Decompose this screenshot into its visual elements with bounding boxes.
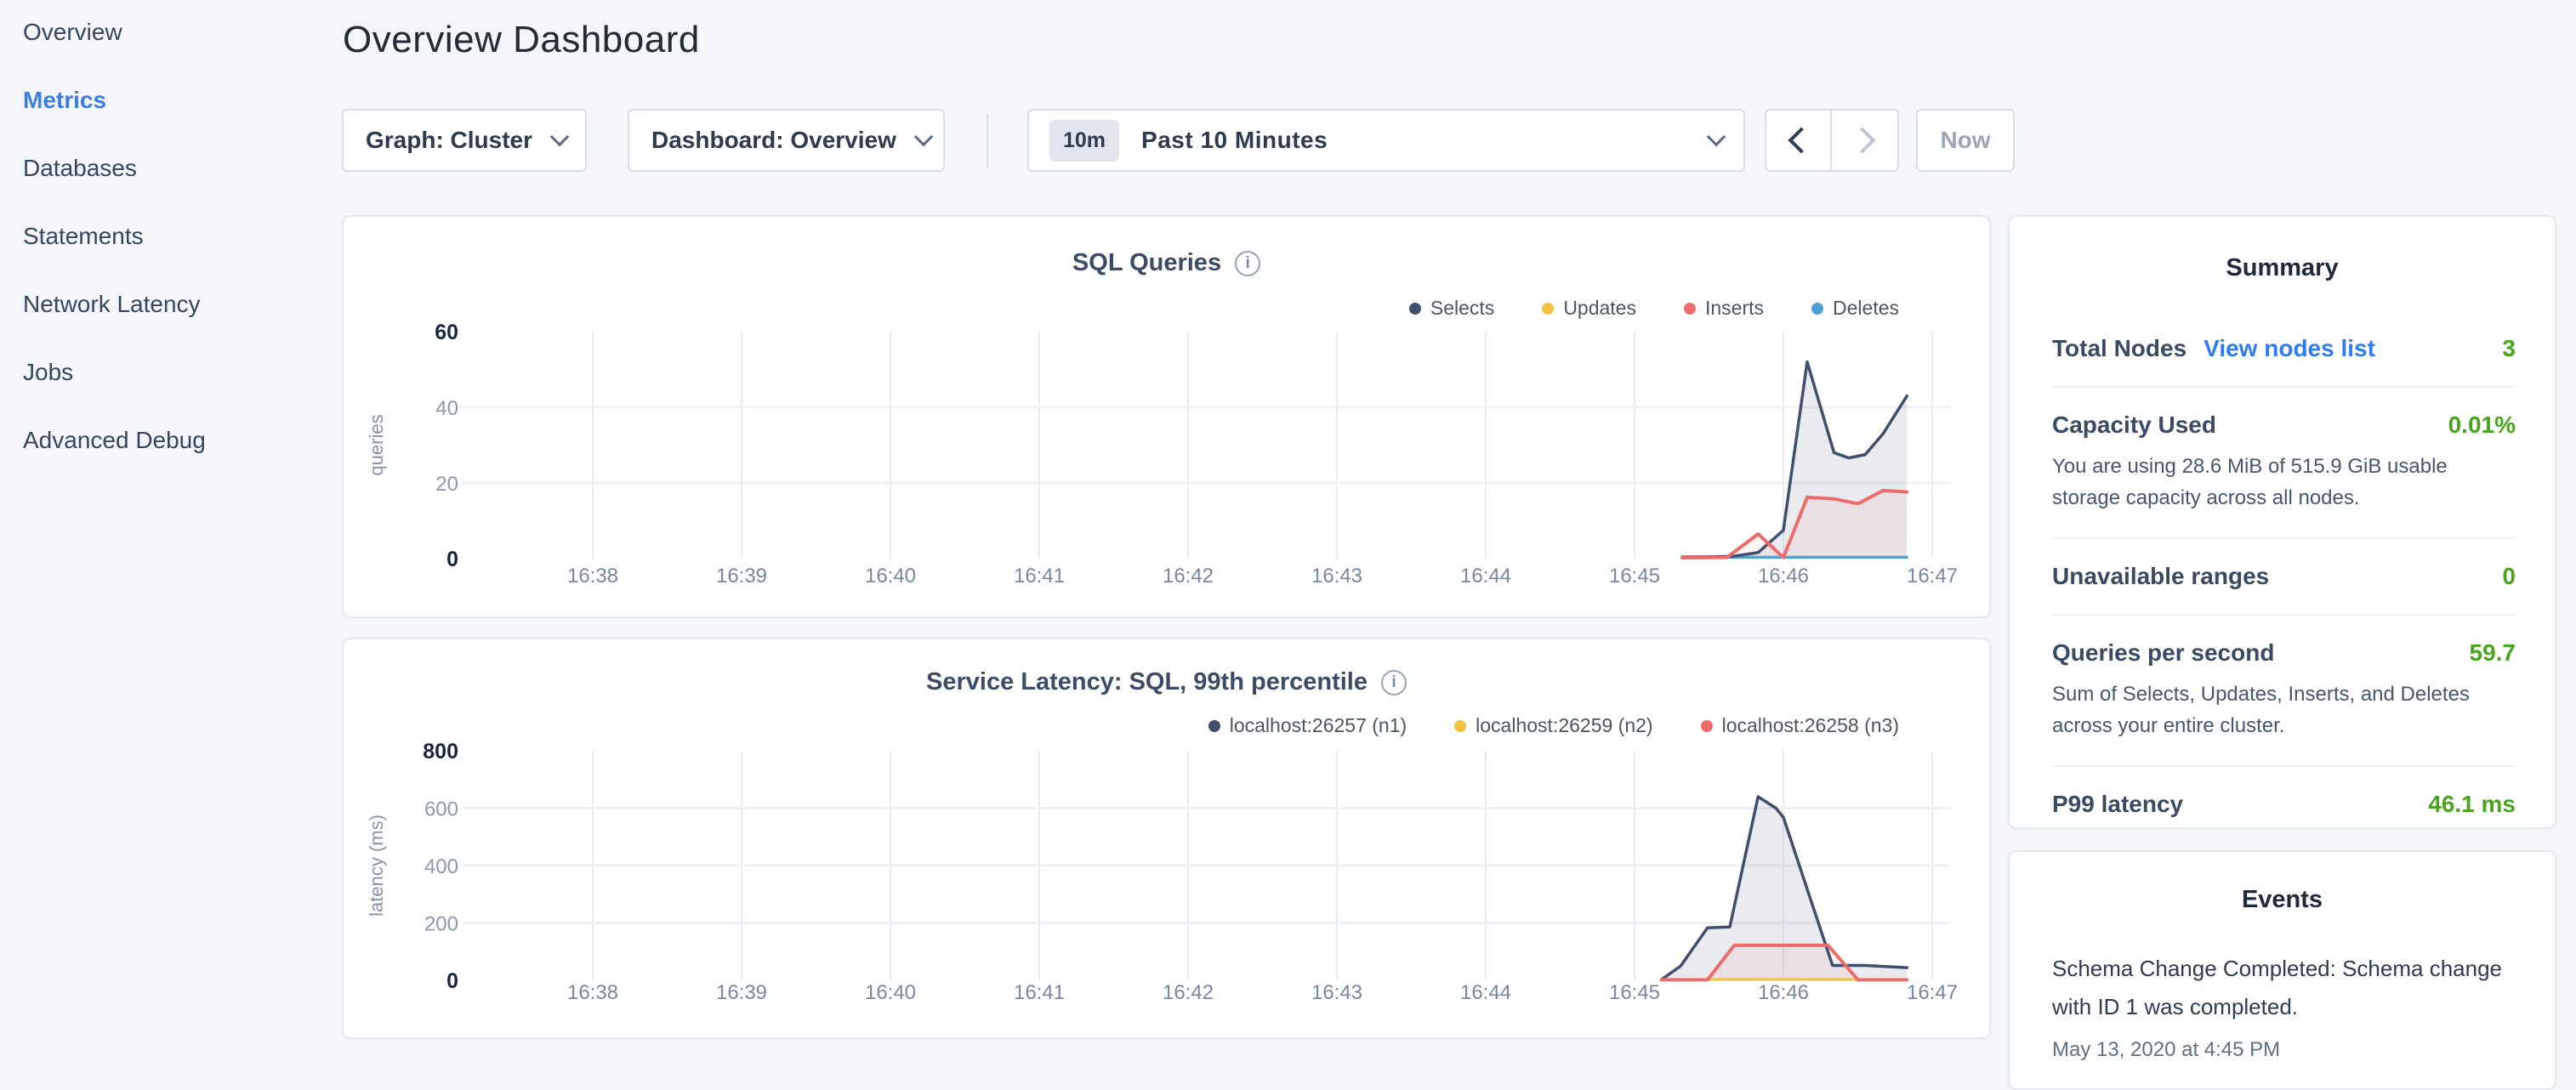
x-tick-label: 16:41 [1014,565,1065,588]
sidebar-item-advanced-debug[interactable]: Advanced Debug [0,406,323,474]
chevron-down-icon [550,128,570,147]
x-tick-label: 16:38 [567,565,618,588]
chevron-right-icon [1849,127,1875,153]
summary-row-value: 59.7 [2470,639,2516,667]
now-button-label: Now [1940,127,1990,154]
summary-row-value: 0 [2502,563,2516,590]
chevron-left-icon [1788,127,1814,153]
summary-title: Summary [2010,254,2555,282]
toolbar: Graph: Cluster Dashboard: Overview 10m P… [342,109,2128,172]
time-range-label: Past 10 Minutes [1141,127,1689,154]
x-tick-label: 16:44 [1460,981,1511,1004]
y-tick-label: 200 [424,913,458,936]
time-back-button[interactable] [1766,111,1832,170]
events-title: Events [2010,886,2555,914]
time-range-selector[interactable]: 10m Past 10 Minutes [1027,109,1745,172]
time-forward-button[interactable] [1832,111,1897,170]
x-tick-label: 16:40 [865,565,916,588]
x-tick-label: 16:41 [1014,981,1065,1004]
summary-row-capacity-used: Capacity Used 0.01% You are using 28.6 M… [2052,386,2516,537]
summary-row-description: Sum of Selects, Updates, Inserts, and De… [2052,678,2516,741]
chevron-down-icon [914,128,934,147]
x-tick-label: 16:39 [716,981,767,1004]
service-latency-chart-card: Service Latency: SQL, 99th percentile i … [342,638,1991,1039]
summary-row-queries-per-second: Queries per second 59.7 Sum of Selects, … [2052,614,2516,765]
x-tick-label: 16:47 [1907,565,1958,588]
summary-row-unavailable-ranges: Unavailable ranges 0 [2052,537,2516,614]
x-tick-label: 16:38 [567,981,618,1004]
summary-panel: Summary Total Nodes View nodes list 3 Ca… [2008,215,2556,829]
summary-row-label: Queries per second [2052,639,2274,667]
x-tick-label: 16:39 [716,565,767,588]
x-tick-label: 16:46 [1758,981,1809,1004]
now-button[interactable]: Now [1916,109,2015,172]
dashboard-dropdown-label: Dashboard: Overview [651,127,896,154]
y-tick-label: 600 [424,798,458,821]
summary-row-label: P99 latency [2052,791,2183,818]
sql-queries-plot: 16:38 16:39 16:40 16:41 16:42 16:43 16:44 16:45… [344,217,1989,616]
dashboard-dropdown[interactable]: Dashboard: Overview [628,109,945,172]
x-tick-label: 16:45 [1609,981,1660,1004]
y-tick-label: 0 [446,969,458,993]
time-range-badge: 10m [1049,120,1119,162]
x-tick-label: 16:42 [1163,981,1214,1004]
x-tick-label: 16:42 [1163,565,1214,588]
event-list-item[interactable]: Schema Change Completed: Schema change w… [2052,950,2516,1062]
events-panel: Events Schema Change Completed: Schema c… [2008,850,2556,1090]
y-tick-label: 0 [446,548,458,571]
sidebar-item-databases[interactable]: Databases [0,134,323,202]
sql-queries-chart-card: SQL Queries i SelectsUpdatesInsertsDelet… [342,215,1991,618]
x-tick-label: 16:40 [865,981,916,1004]
y-tick-label: 800 [423,740,458,764]
summary-row-value: 46.1 ms [2428,791,2516,818]
summary-row-value: 0.01% [2448,412,2516,439]
summary-row-label: Unavailable ranges [2052,563,2269,590]
summary-row-label: Total Nodes [2052,335,2186,362]
graph-dropdown[interactable]: Graph: Cluster [342,109,587,172]
service-latency-plot: 16:38 16:39 16:40 16:41 16:42 16:43 16:44 16:45… [344,639,1989,1037]
x-tick-label: 16:47 [1907,981,1958,1004]
x-tick-label: 16:46 [1758,565,1809,588]
sidebar-nav: Overview Metrics Databases Statements Ne… [0,0,323,474]
event-timestamp: May 13, 2020 at 4:45 PM [2052,1038,2516,1062]
y-axis-label: latency (ms) [366,815,387,917]
y-axis-label: queries [366,414,387,475]
summary-row-total-nodes: Total Nodes View nodes list 3 [2052,311,2516,386]
summary-row-p99-latency: P99 latency 46.1 ms [2052,765,2516,842]
sidebar-item-statements[interactable]: Statements [0,202,323,270]
y-tick-label: 60 [435,321,458,344]
view-nodes-list-link[interactable]: View nodes list [2204,335,2375,362]
time-step-buttons [1765,109,1899,172]
chevron-down-icon [1707,128,1726,147]
summary-row-value: 3 [2502,335,2516,362]
x-tick-label: 16:43 [1311,565,1362,588]
sidebar-item-metrics[interactable]: Metrics [0,66,323,134]
summary-row-label: Capacity Used [2052,412,2216,439]
x-tick-label: 16:45 [1609,565,1660,588]
y-tick-label: 20 [435,473,458,496]
x-tick-label: 16:44 [1460,565,1511,588]
y-tick-label: 40 [435,397,458,420]
event-text: Schema Change Completed: Schema change w… [2052,950,2516,1026]
sidebar-item-overview[interactable]: Overview [0,0,323,66]
page-title: Overview Dashboard [343,19,700,61]
graph-dropdown-label: Graph: Cluster [366,127,532,154]
sidebar-item-network-latency[interactable]: Network Latency [0,270,323,338]
toolbar-divider [987,113,988,167]
sidebar-item-jobs[interactable]: Jobs [0,338,323,406]
y-tick-label: 400 [424,855,458,878]
x-tick-label: 16:43 [1311,981,1362,1004]
summary-row-description: You are using 28.6 MiB of 515.9 GiB usab… [2052,451,2516,514]
